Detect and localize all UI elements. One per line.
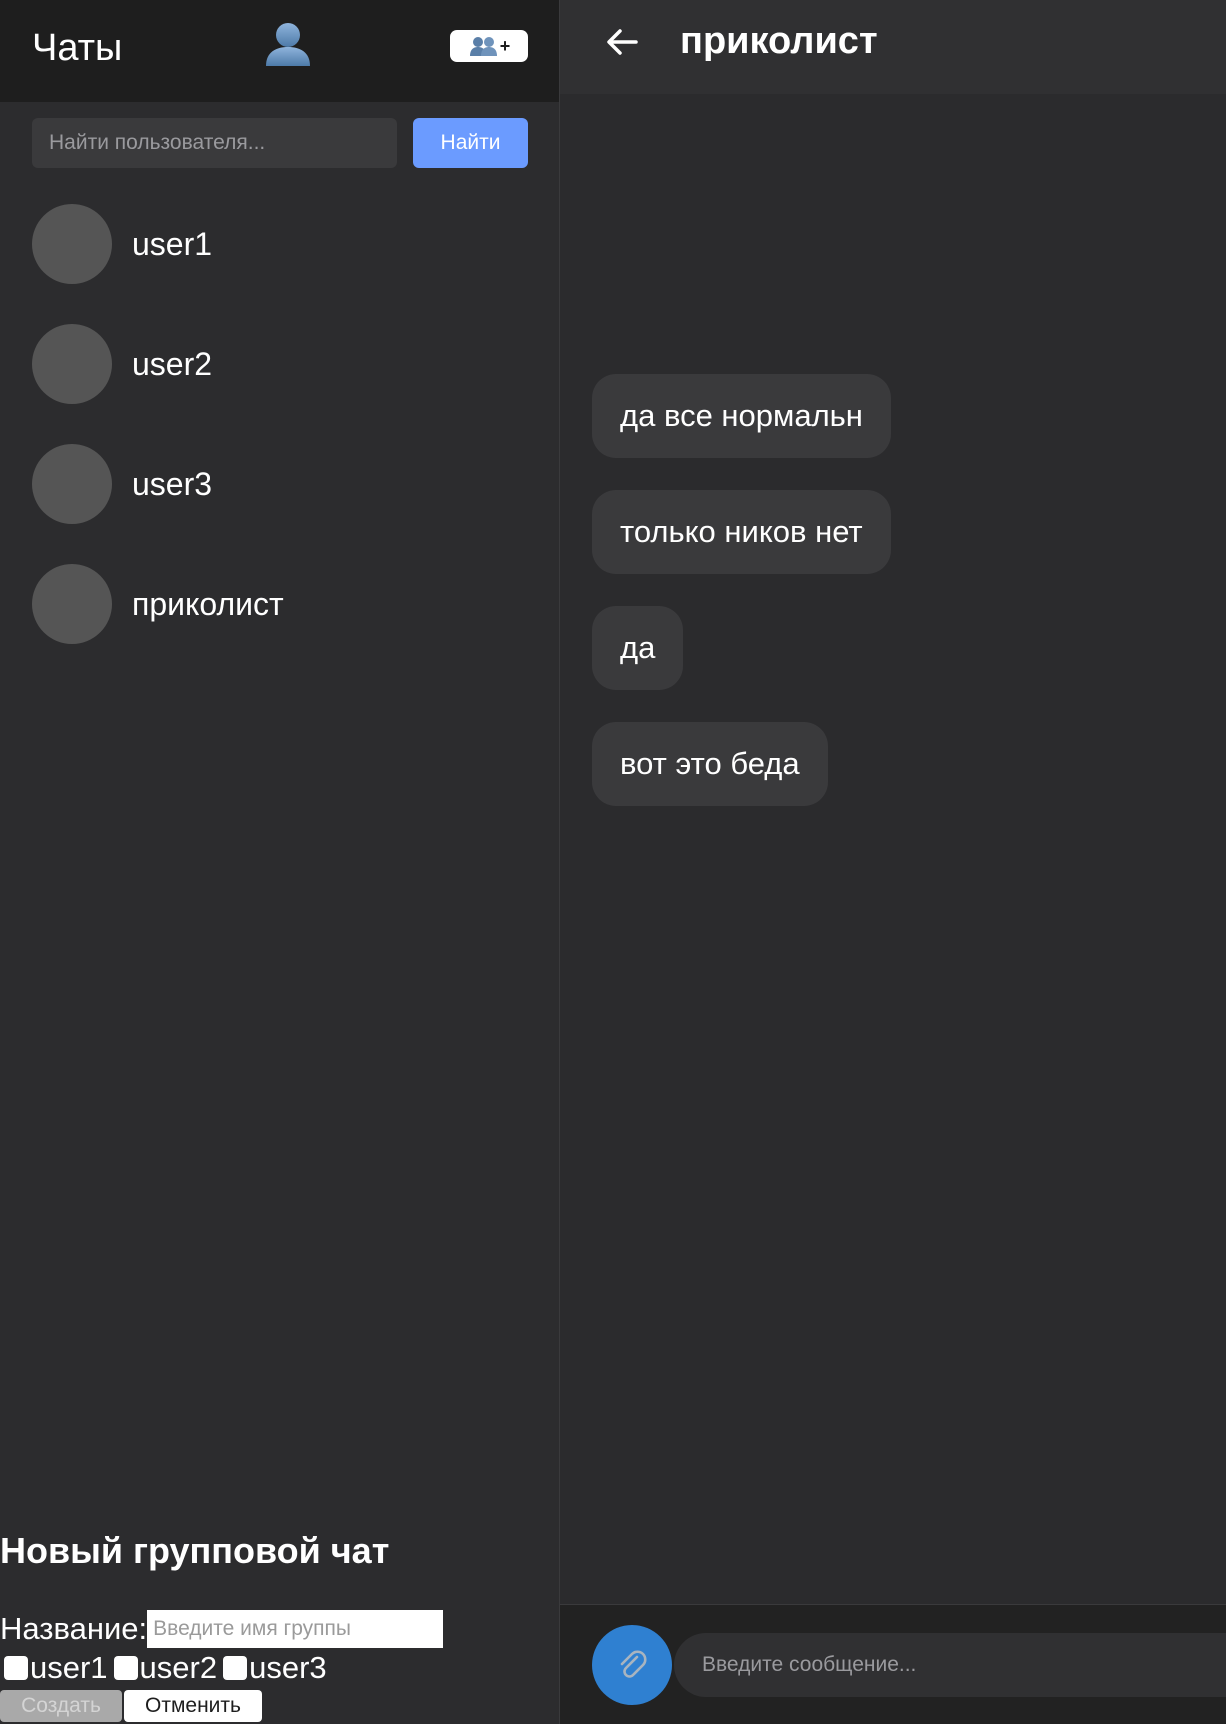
avatar (32, 324, 112, 404)
member-checkbox-user3[interactable] (223, 1656, 248, 1680)
group-members-row: user1 user2 user3 (0, 1650, 329, 1686)
new-group-plus: + (499, 35, 510, 56)
search-button[interactable]: Найти (413, 118, 528, 168)
cancel-group-button[interactable]: Отменить (124, 1690, 262, 1722)
message-input[interactable] (674, 1633, 1226, 1697)
contact-item[interactable]: user3 (32, 444, 512, 524)
group-name-input[interactable] (147, 1610, 444, 1648)
group-actions-row: Создать Отменить (0, 1690, 262, 1722)
message-bubble: вот это беда (592, 722, 828, 806)
sidebar-title: Чаты (32, 27, 123, 69)
contact-item[interactable]: приколист (32, 564, 512, 644)
avatar (32, 564, 112, 644)
member-label: user3 (249, 1650, 327, 1685)
group-name-row: Название: (0, 1610, 444, 1648)
new-group-title: Новый групповой чат (0, 1530, 390, 1571)
contact-name: user1 (132, 225, 213, 262)
user-profile-icon[interactable] (262, 20, 314, 68)
member-checkbox-user2[interactable] (113, 1656, 138, 1680)
contact-item[interactable]: user1 (32, 204, 512, 284)
messenger-app: Чаты + Найти пользователя... Найти user1… (0, 0, 1226, 1724)
user-search-input[interactable] (32, 118, 397, 168)
message-composer (560, 1604, 1226, 1724)
member-label: user2 (139, 1650, 218, 1685)
group-name-label: Название: (0, 1611, 148, 1646)
arrow-left-icon[interactable] (602, 22, 642, 62)
message-bubble: да (592, 606, 684, 690)
users-group-icon (469, 37, 497, 56)
chat-header: приколист (560, 0, 1226, 94)
chat-title: приколист (680, 20, 878, 62)
avatar (32, 204, 112, 284)
member-label: user1 (30, 1650, 108, 1685)
contact-name: user2 (132, 345, 213, 382)
sidebar-header: Чаты + (0, 0, 560, 102)
new-group-button[interactable]: + (450, 30, 528, 62)
create-group-button[interactable]: Создать (0, 1690, 122, 1722)
paperclip-icon (620, 1650, 647, 1678)
sidebar: Чаты + Найти пользователя... Найти user1… (0, 0, 560, 1724)
avatar (32, 444, 112, 524)
contact-item[interactable]: user2 (32, 324, 512, 404)
message-bubble: только ников нет (592, 490, 891, 574)
member-checkbox-user1[interactable] (4, 1656, 28, 1680)
attach-button[interactable] (592, 1625, 672, 1705)
message-bubble: да все нормальн (592, 374, 891, 458)
chat-panel: приколист да все нормальн только ников н… (560, 0, 1226, 1724)
contact-name: приколист (132, 585, 284, 622)
contact-name: user3 (132, 465, 213, 502)
